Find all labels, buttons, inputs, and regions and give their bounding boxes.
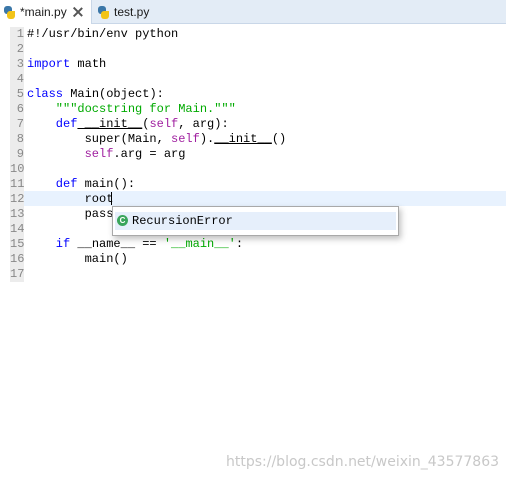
code-line-3: import math (27, 57, 107, 71)
line-number: 17 (10, 267, 25, 281)
code-line-9: self.arg = arg (27, 147, 186, 161)
code-line-1: #!/usr/bin/env python (27, 27, 179, 41)
code-line-12: root (27, 192, 114, 206)
line-number: 13 (10, 207, 25, 221)
editor-tab-bar: *main.py test.py (0, 0, 506, 24)
line-number: 11 (10, 177, 25, 191)
class-icon: C (117, 215, 128, 226)
line-number: 6 (16, 102, 24, 116)
close-icon[interactable] (73, 7, 83, 17)
line-number: 2 (16, 42, 24, 56)
line-number: 1 (16, 27, 24, 41)
line-number: 3 (16, 57, 24, 71)
code-line-15: if __name__ == '__main__': (27, 237, 244, 251)
line-number: 4 (16, 72, 24, 86)
code-line-6: """docstring for Main.""" (27, 102, 236, 116)
line-number: 7 (16, 117, 24, 131)
line-number: 15 (10, 237, 25, 251)
line-number: 5 (16, 87, 24, 101)
line-number: 8 (16, 132, 24, 146)
tab-label: test.py (114, 5, 150, 19)
line-number: 14 (10, 222, 25, 236)
autocomplete-item-label: RecursionError (132, 214, 233, 228)
watermark: https://blog.csdn.net/weixin_43577863 (226, 454, 500, 470)
line-number: 16 (10, 252, 25, 266)
python-file-icon (3, 5, 16, 19)
tab-test-py[interactable]: test.py (94, 0, 164, 24)
autocomplete-popup: C RecursionError (112, 206, 399, 236)
code-line-5: class Main(object): (27, 87, 164, 101)
line-number: 10 (10, 162, 25, 176)
code-line-11: def main(): (27, 177, 136, 191)
tab-main-py[interactable]: *main.py (0, 0, 92, 24)
line-number: 12 (10, 192, 25, 206)
text-caret (111, 192, 112, 205)
line-number: 9 (16, 147, 24, 161)
code-line-8: super(Main, self).__init__() (27, 132, 287, 146)
code-line-16: main() (27, 252, 128, 266)
tab-label: *main.py (20, 5, 67, 19)
code-line-13: pass (27, 207, 114, 221)
python-file-icon (97, 5, 110, 19)
code-line-7: def __init__(self, arg): (27, 117, 229, 131)
